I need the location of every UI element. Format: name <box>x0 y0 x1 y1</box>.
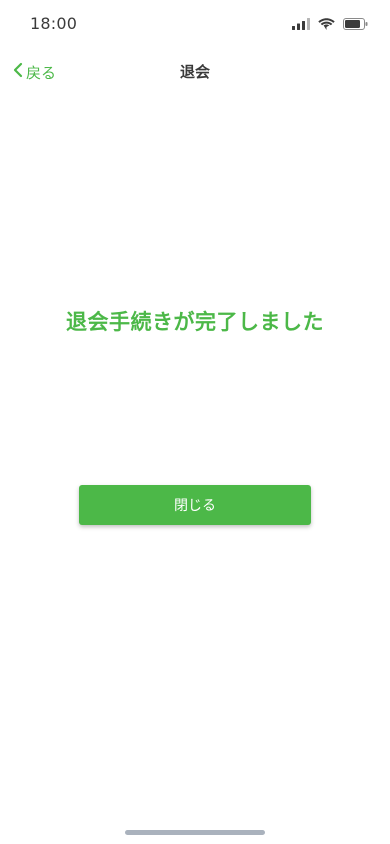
page-title: 退会 <box>179 63 210 81</box>
status-time: 18:00 <box>30 14 78 33</box>
close-button[interactable]: 閉じる <box>79 485 311 525</box>
wifi-icon <box>318 18 335 30</box>
screen: 18:00 戻る 退会 退会手続きが完了しました 閉じる <box>0 0 390 844</box>
home-indicator <box>125 830 265 835</box>
navigation-bar: 戻る 退会 <box>0 48 390 96</box>
completion-message: 退会手続きが完了しました <box>66 310 324 334</box>
status-icons <box>292 16 368 32</box>
status-bar: 18:00 <box>0 0 390 48</box>
battery-icon <box>343 18 368 30</box>
cellular-signal-icon <box>292 18 310 30</box>
